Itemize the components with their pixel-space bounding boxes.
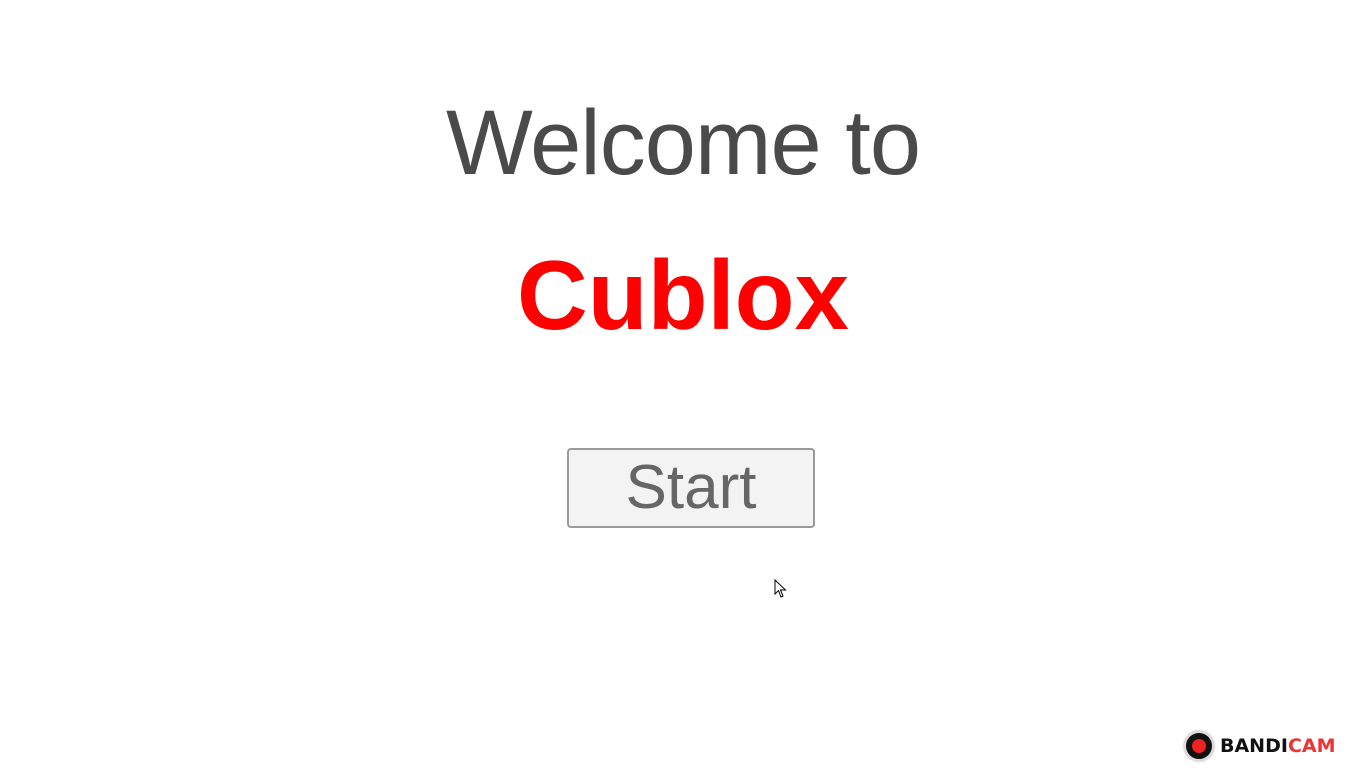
game-title: Cublox xyxy=(516,240,850,350)
record-icon xyxy=(1184,731,1214,761)
bandicam-watermark: BANDICAM xyxy=(1184,731,1336,761)
mouse-pointer-icon xyxy=(774,579,787,598)
welcome-heading: Welcome to xyxy=(445,92,921,194)
start-button[interactable]: Start xyxy=(567,448,815,528)
watermark-text: BANDICAM xyxy=(1220,735,1336,757)
